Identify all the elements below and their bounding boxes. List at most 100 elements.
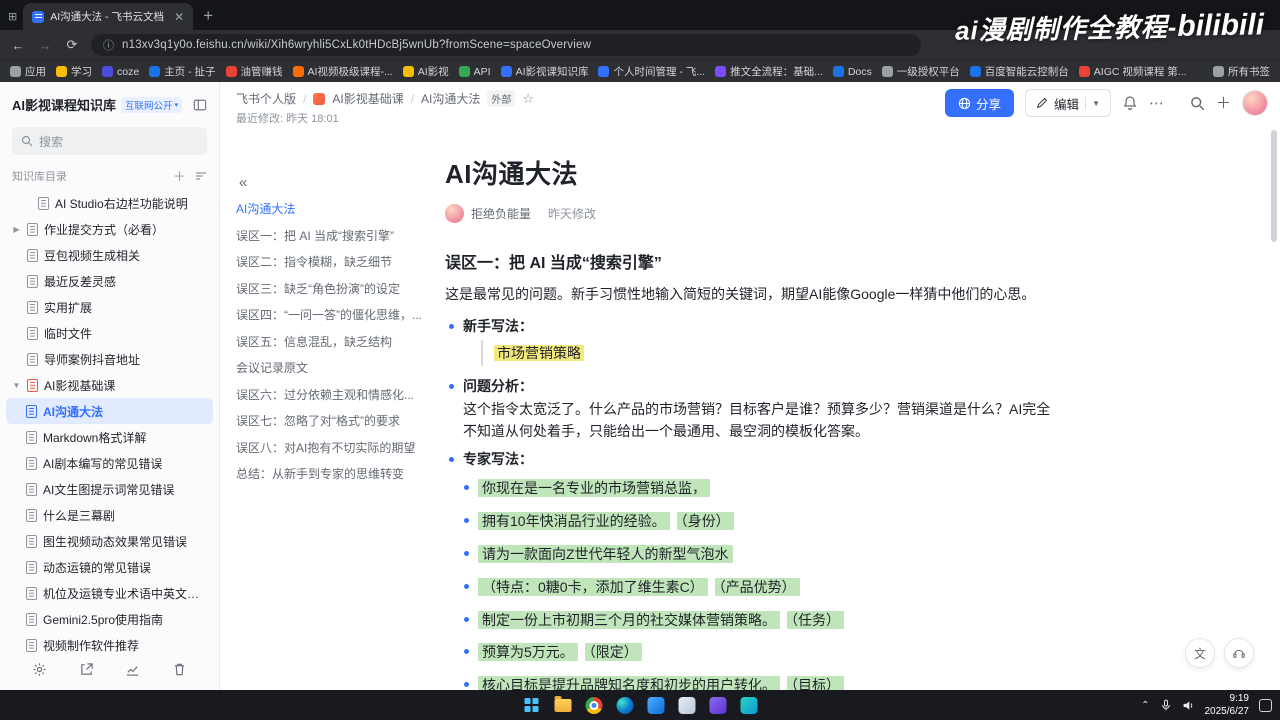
outline-item[interactable]: 误区五：信息混乱，缺乏结构 <box>236 333 434 350</box>
bookmark-item[interactable]: 个人时间管理 - 飞... <box>598 64 705 79</box>
start-button[interactable] <box>520 693 544 717</box>
volume-icon[interactable] <box>1182 699 1195 712</box>
sidebar-item[interactable]: 图生视频动态效果常见错误 <box>6 528 213 554</box>
breadcrumb-item[interactable]: AI影视基础课 <box>332 90 403 107</box>
create-new-icon[interactable]: ＋ <box>1216 96 1231 111</box>
visibility-badge[interactable]: 互联网公开 ▾ <box>121 96 183 113</box>
bookmark-item[interactable]: 推文全流程：基础... <box>715 64 823 79</box>
outline-item[interactable]: 误区三：缺乏“角色扮演”的设定 <box>236 280 434 297</box>
chevron-down-icon[interactable]: ▼ <box>12 381 21 390</box>
share-button[interactable]: 分享 <box>945 89 1015 117</box>
sidebar-item[interactable]: 临时文件 <box>6 320 213 346</box>
user-avatar[interactable] <box>1242 90 1268 116</box>
sidebar-item[interactable]: AI Studio右边栏功能说明 <box>6 190 213 216</box>
tray-expand-icon[interactable]: ⌃ <box>1141 700 1149 711</box>
bookmark-item[interactable]: 百度智能云控制台 <box>969 64 1069 79</box>
sidebar-item[interactable]: 最近反差灵感 <box>6 268 213 294</box>
bookmark-item[interactable]: 油管赚钱 <box>225 64 283 79</box>
browser-tab[interactable]: AI沟通大法 - 飞书云文档 ✕ <box>23 3 194 30</box>
bookmark-item[interactable]: 学习 <box>56 64 92 79</box>
outline-item[interactable]: 总结：从新手到专家的思维转变 <box>236 465 434 482</box>
outline-item-active[interactable]: AI沟通大法 <box>236 200 434 217</box>
app-button[interactable] <box>675 693 699 717</box>
sidebar-item[interactable]: 什么是三幕剧 <box>6 502 213 528</box>
trash-icon[interactable] <box>172 662 187 677</box>
star-icon[interactable]: ☆ <box>522 91 534 107</box>
search-input[interactable]: 搜索 <box>12 127 207 155</box>
edit-button[interactable]: 编辑 ▼ <box>1025 89 1111 117</box>
sidebar-item[interactable]: ▶ 作业提交方式（必看） <box>6 216 213 242</box>
outline-item[interactable]: 误区四：“一问一答”的僵化思维，... <box>236 306 434 323</box>
url-bar[interactable]: ⓘ n13xv3q1y0o.feishu.cn/wiki/Xih6wryhli5… <box>91 34 921 56</box>
bookmark-item[interactable]: AI视频极级课程-... <box>292 64 393 79</box>
sidebar-item-expanded[interactable]: ▼ AI影视基础课 <box>6 372 213 398</box>
breadcrumb-item[interactable]: 飞书个人版 <box>236 90 296 107</box>
bookmark-favicon <box>102 66 113 77</box>
outline-item[interactable]: 会议记录原文 <box>236 359 434 376</box>
wiki-title[interactable]: AI影视课程知识库 <box>12 95 116 114</box>
folder-icon <box>1213 66 1224 77</box>
outline-item[interactable]: 误区七：忽略了对“格式”的要求 <box>236 412 434 429</box>
bookmark-favicon <box>56 66 67 77</box>
bookmark-item[interactable]: AIGC 视频课程 第... <box>1078 64 1187 79</box>
taskbar-clock[interactable]: 9:19 2025/6/27 <box>1205 692 1250 718</box>
tab-grid-icon[interactable]: ⊞ <box>8 10 17 23</box>
help-assistant-button[interactable] <box>1224 638 1254 668</box>
sidebar-item[interactable]: Markdown格式详解 <box>6 424 213 450</box>
bookmark-item[interactable]: 主页 - 扯子 <box>149 64 216 79</box>
app-button[interactable] <box>644 693 668 717</box>
microphone-icon[interactable] <box>1160 699 1172 711</box>
bookmark-item[interactable]: AI影视 <box>402 64 449 79</box>
chrome-button[interactable] <box>582 693 606 717</box>
outline-item[interactable]: 误区一：把 AI 当成“搜索引擎” <box>236 227 434 244</box>
sidebar-item[interactable]: AI文生图提示词常见错误 <box>6 476 213 502</box>
chevron-right-icon[interactable]: ▶ <box>12 225 21 234</box>
edge-button[interactable] <box>613 693 637 717</box>
document-icon <box>26 482 37 496</box>
forward-icon[interactable]: → <box>37 38 53 53</box>
sidebar-item[interactable]: 实用扩展 <box>6 294 213 320</box>
analytics-icon[interactable] <box>125 662 140 677</box>
settings-gear-icon[interactable] <box>32 662 47 677</box>
reload-icon[interactable]: ⟳ <box>64 37 80 53</box>
bookmark-item[interactable]: 应用 <box>10 64 46 79</box>
search-icon[interactable] <box>1190 96 1205 111</box>
outline-item[interactable]: 误区二：指令模糊，缺乏细节 <box>236 253 434 270</box>
notification-bell-icon[interactable] <box>1122 95 1138 111</box>
chevron-down-icon[interactable]: ▼ <box>1092 99 1100 108</box>
tab-close-icon[interactable]: ✕ <box>174 11 184 23</box>
more-menu-icon[interactable]: ⋯ <box>1149 96 1164 111</box>
collapse-outline-icon[interactable]: « <box>239 174 247 191</box>
collapse-sidebar-icon[interactable] <box>193 98 207 112</box>
sidebar-item-selected[interactable]: AI沟通大法 <box>6 398 213 424</box>
sidebar-item[interactable]: AI剧本编写的常见错误 <box>6 450 213 476</box>
sidebar-item[interactable]: 机位及运镜专业术语中英文对... <box>6 580 213 606</box>
sidebar-item[interactable]: 豆包视频生成相关 <box>6 242 213 268</box>
translate-doc-button[interactable]: 文 <box>1185 638 1215 668</box>
bookmark-item[interactable]: AI影视课知识库 <box>500 64 588 79</box>
bookmark-all-bookmarks[interactable]: 所有书签 <box>1213 64 1270 79</box>
sidebar-item[interactable]: 导师案例抖音地址 <box>6 346 213 372</box>
back-icon[interactable]: ← <box>10 38 26 53</box>
export-icon[interactable] <box>79 662 94 677</box>
new-tab-button[interactable]: + <box>203 7 213 24</box>
scrollbar-thumb[interactable] <box>1271 130 1277 242</box>
outline-item[interactable]: 误区六：过分依赖主观和情感化... <box>236 386 434 403</box>
bookmark-item[interactable]: Docs <box>832 66 872 78</box>
bookmark-item[interactable]: API <box>458 66 491 78</box>
notification-center-icon[interactable] <box>1259 698 1272 712</box>
author-name[interactable]: 拒绝负能量 <box>471 205 531 222</box>
sort-icon[interactable] <box>195 170 207 183</box>
bookmark-item[interactable]: coze <box>102 66 139 78</box>
app-button[interactable] <box>737 693 761 717</box>
sidebar-item[interactable]: Gemini2.5pro使用指南 <box>6 606 213 632</box>
add-page-icon[interactable]: ＋ <box>173 170 186 183</box>
file-explorer-button[interactable] <box>551 693 575 717</box>
author-avatar[interactable] <box>445 204 464 223</box>
site-info-icon[interactable]: ⓘ <box>103 37 114 53</box>
breadcrumb-item[interactable]: AI沟通大法 <box>421 90 480 107</box>
outline-item[interactable]: 误区八：对AI抱有不切实际的期望 <box>236 439 434 456</box>
bookmark-item[interactable]: 一级授权平台 <box>881 64 960 79</box>
sidebar-item[interactable]: 动态运镜的常见错误 <box>6 554 213 580</box>
app-button[interactable] <box>706 693 730 717</box>
